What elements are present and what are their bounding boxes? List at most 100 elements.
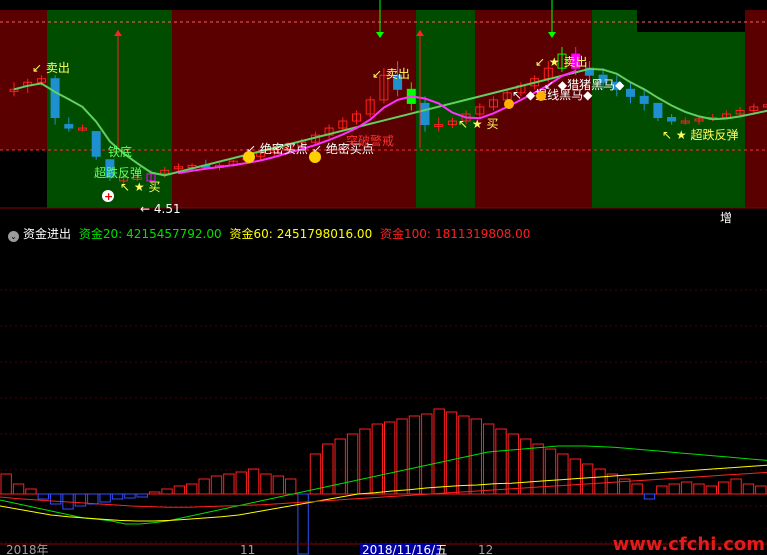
band-cutout-right xyxy=(637,10,745,32)
oversold-rebound-label: 超跌反弹 xyxy=(94,165,142,180)
stock-chart-window: ↙ 卖出 ↙ 卖出 ↙ ★ 卖出 铁底 超跌反弹 ↖ ★ 买 ↖ ★ 买 ↙ 绝密买点 ↙ 绝密… xyxy=(0,0,767,555)
fund-bar xyxy=(520,438,532,495)
fund-bar xyxy=(643,493,656,500)
fund-bar xyxy=(87,493,99,505)
candle-body xyxy=(653,102,663,118)
ma60-value: 2451798016.00 xyxy=(276,227,373,241)
background-band-5 xyxy=(592,10,745,208)
fund-bar xyxy=(693,483,705,495)
fund-bar xyxy=(111,493,124,500)
secret-buy-label: ↙ 绝密买点 xyxy=(246,141,308,156)
fund-bar xyxy=(718,481,730,495)
background-band-4 xyxy=(475,10,592,208)
background-band-2 xyxy=(172,10,416,208)
candle-body xyxy=(420,102,430,126)
black-horse-label: ↙ ◆猎猪黑马◆ xyxy=(544,78,625,92)
candle-body xyxy=(91,131,101,157)
fund-bar xyxy=(198,478,210,495)
fund-bar xyxy=(458,415,470,495)
sell-signal: ↙ 卖出 xyxy=(32,61,70,75)
fund-bar xyxy=(668,483,680,495)
candle-body xyxy=(667,117,677,122)
fund-bar xyxy=(606,473,619,495)
fund-bar xyxy=(37,493,49,500)
increase-label: 增 xyxy=(720,211,733,225)
candle-body xyxy=(639,95,649,104)
fund-bar xyxy=(408,415,421,495)
fund-bar xyxy=(384,421,396,495)
fund-bar xyxy=(148,491,161,495)
coin-icon xyxy=(536,91,546,101)
watermark: www.cfchi.com xyxy=(612,534,765,555)
buy-signal: ↖ ★ 买 xyxy=(120,180,160,194)
fund-bar xyxy=(25,488,37,495)
fund-bar xyxy=(581,463,594,495)
fund-bar xyxy=(656,485,668,495)
ma100-label: 资金100: xyxy=(380,227,431,241)
fund-bar xyxy=(186,483,198,495)
fund-bar xyxy=(359,428,371,495)
date-label: 11 xyxy=(240,543,255,555)
date-label: 12 xyxy=(478,543,493,555)
fund-bar xyxy=(346,433,359,495)
fund-bar xyxy=(210,475,223,495)
fund-bar xyxy=(235,471,247,495)
fund-bar xyxy=(705,485,718,495)
fund-bar xyxy=(631,483,643,495)
iron-bottom-label: 铁底 xyxy=(108,144,132,159)
fund-bar xyxy=(12,483,25,495)
fund-ma-line-0 xyxy=(0,445,767,525)
fund-bar xyxy=(99,493,111,503)
fund-bar xyxy=(396,418,408,495)
chart-canvas[interactable]: ↙ 卖出 ↙ 卖出↙ ★ 卖出铁底超跌反弹↖ ★ 买↖ ★ 买↙ 绝密买点 ↙ 绝密… xyxy=(0,0,767,555)
date-label: 2018年 xyxy=(6,543,49,555)
fund-bar xyxy=(247,468,260,495)
fund-bar xyxy=(272,475,285,495)
fund-bar xyxy=(49,493,62,505)
fund-bar xyxy=(544,448,557,495)
candle-body xyxy=(50,78,60,118)
low-price-label: ← 4.51 xyxy=(140,202,181,216)
fund-bar xyxy=(173,485,186,495)
fund-ma-line-1 xyxy=(0,464,767,522)
fund-bar xyxy=(755,485,767,495)
fund-bar xyxy=(730,478,742,495)
fund-bar xyxy=(470,418,482,495)
fund-bar xyxy=(557,453,569,495)
sell-signal: ↙ 卖出 xyxy=(372,67,410,81)
fund-bar xyxy=(569,458,581,495)
indicator-header: ⌄ 资金进出 资金20: 4215457792.00 资金60: 2451798016… xyxy=(0,224,767,244)
smiley-icon xyxy=(243,151,255,163)
fund-bar xyxy=(507,433,520,495)
ma100-value: 1811319808.00 xyxy=(434,227,531,241)
fund-bar xyxy=(74,493,87,507)
coin-icon xyxy=(504,99,514,109)
buy-signal: ↖ ★ 买 xyxy=(458,117,498,131)
band-cutout-left xyxy=(0,150,47,208)
indicator-name[interactable]: 资金进出 xyxy=(23,227,71,241)
fund-bar xyxy=(260,473,272,495)
collapse-icon[interactable]: ⌄ xyxy=(8,231,19,242)
breakout-warning-label: 突破警戒 xyxy=(346,133,394,148)
fund-bar xyxy=(285,478,297,495)
smiley-icon xyxy=(309,151,321,163)
fund-bar xyxy=(0,473,12,495)
fund-bar xyxy=(421,413,433,495)
background-band-6 xyxy=(745,10,767,208)
fund-bar xyxy=(594,468,606,495)
candle-body xyxy=(64,124,74,129)
fund-ma-line-2 xyxy=(0,471,767,508)
fund-bar xyxy=(433,408,445,495)
fund-bar xyxy=(334,438,346,495)
fund-bar xyxy=(124,493,136,499)
fund-bar xyxy=(136,493,148,498)
candle-body xyxy=(626,88,635,97)
plus-icon: + xyxy=(104,190,113,203)
oversold-rebound-label: ↖ ★ 超跌反弹 xyxy=(662,127,738,142)
ma20-label: 资金20: xyxy=(78,227,123,241)
sell-signal: ↙ ★ 卖出 xyxy=(535,55,587,69)
date-label-selected: 2018/11/16/五 xyxy=(362,543,447,555)
fund-bar xyxy=(161,488,173,495)
fund-bar xyxy=(223,473,235,495)
fund-bar xyxy=(680,481,693,495)
